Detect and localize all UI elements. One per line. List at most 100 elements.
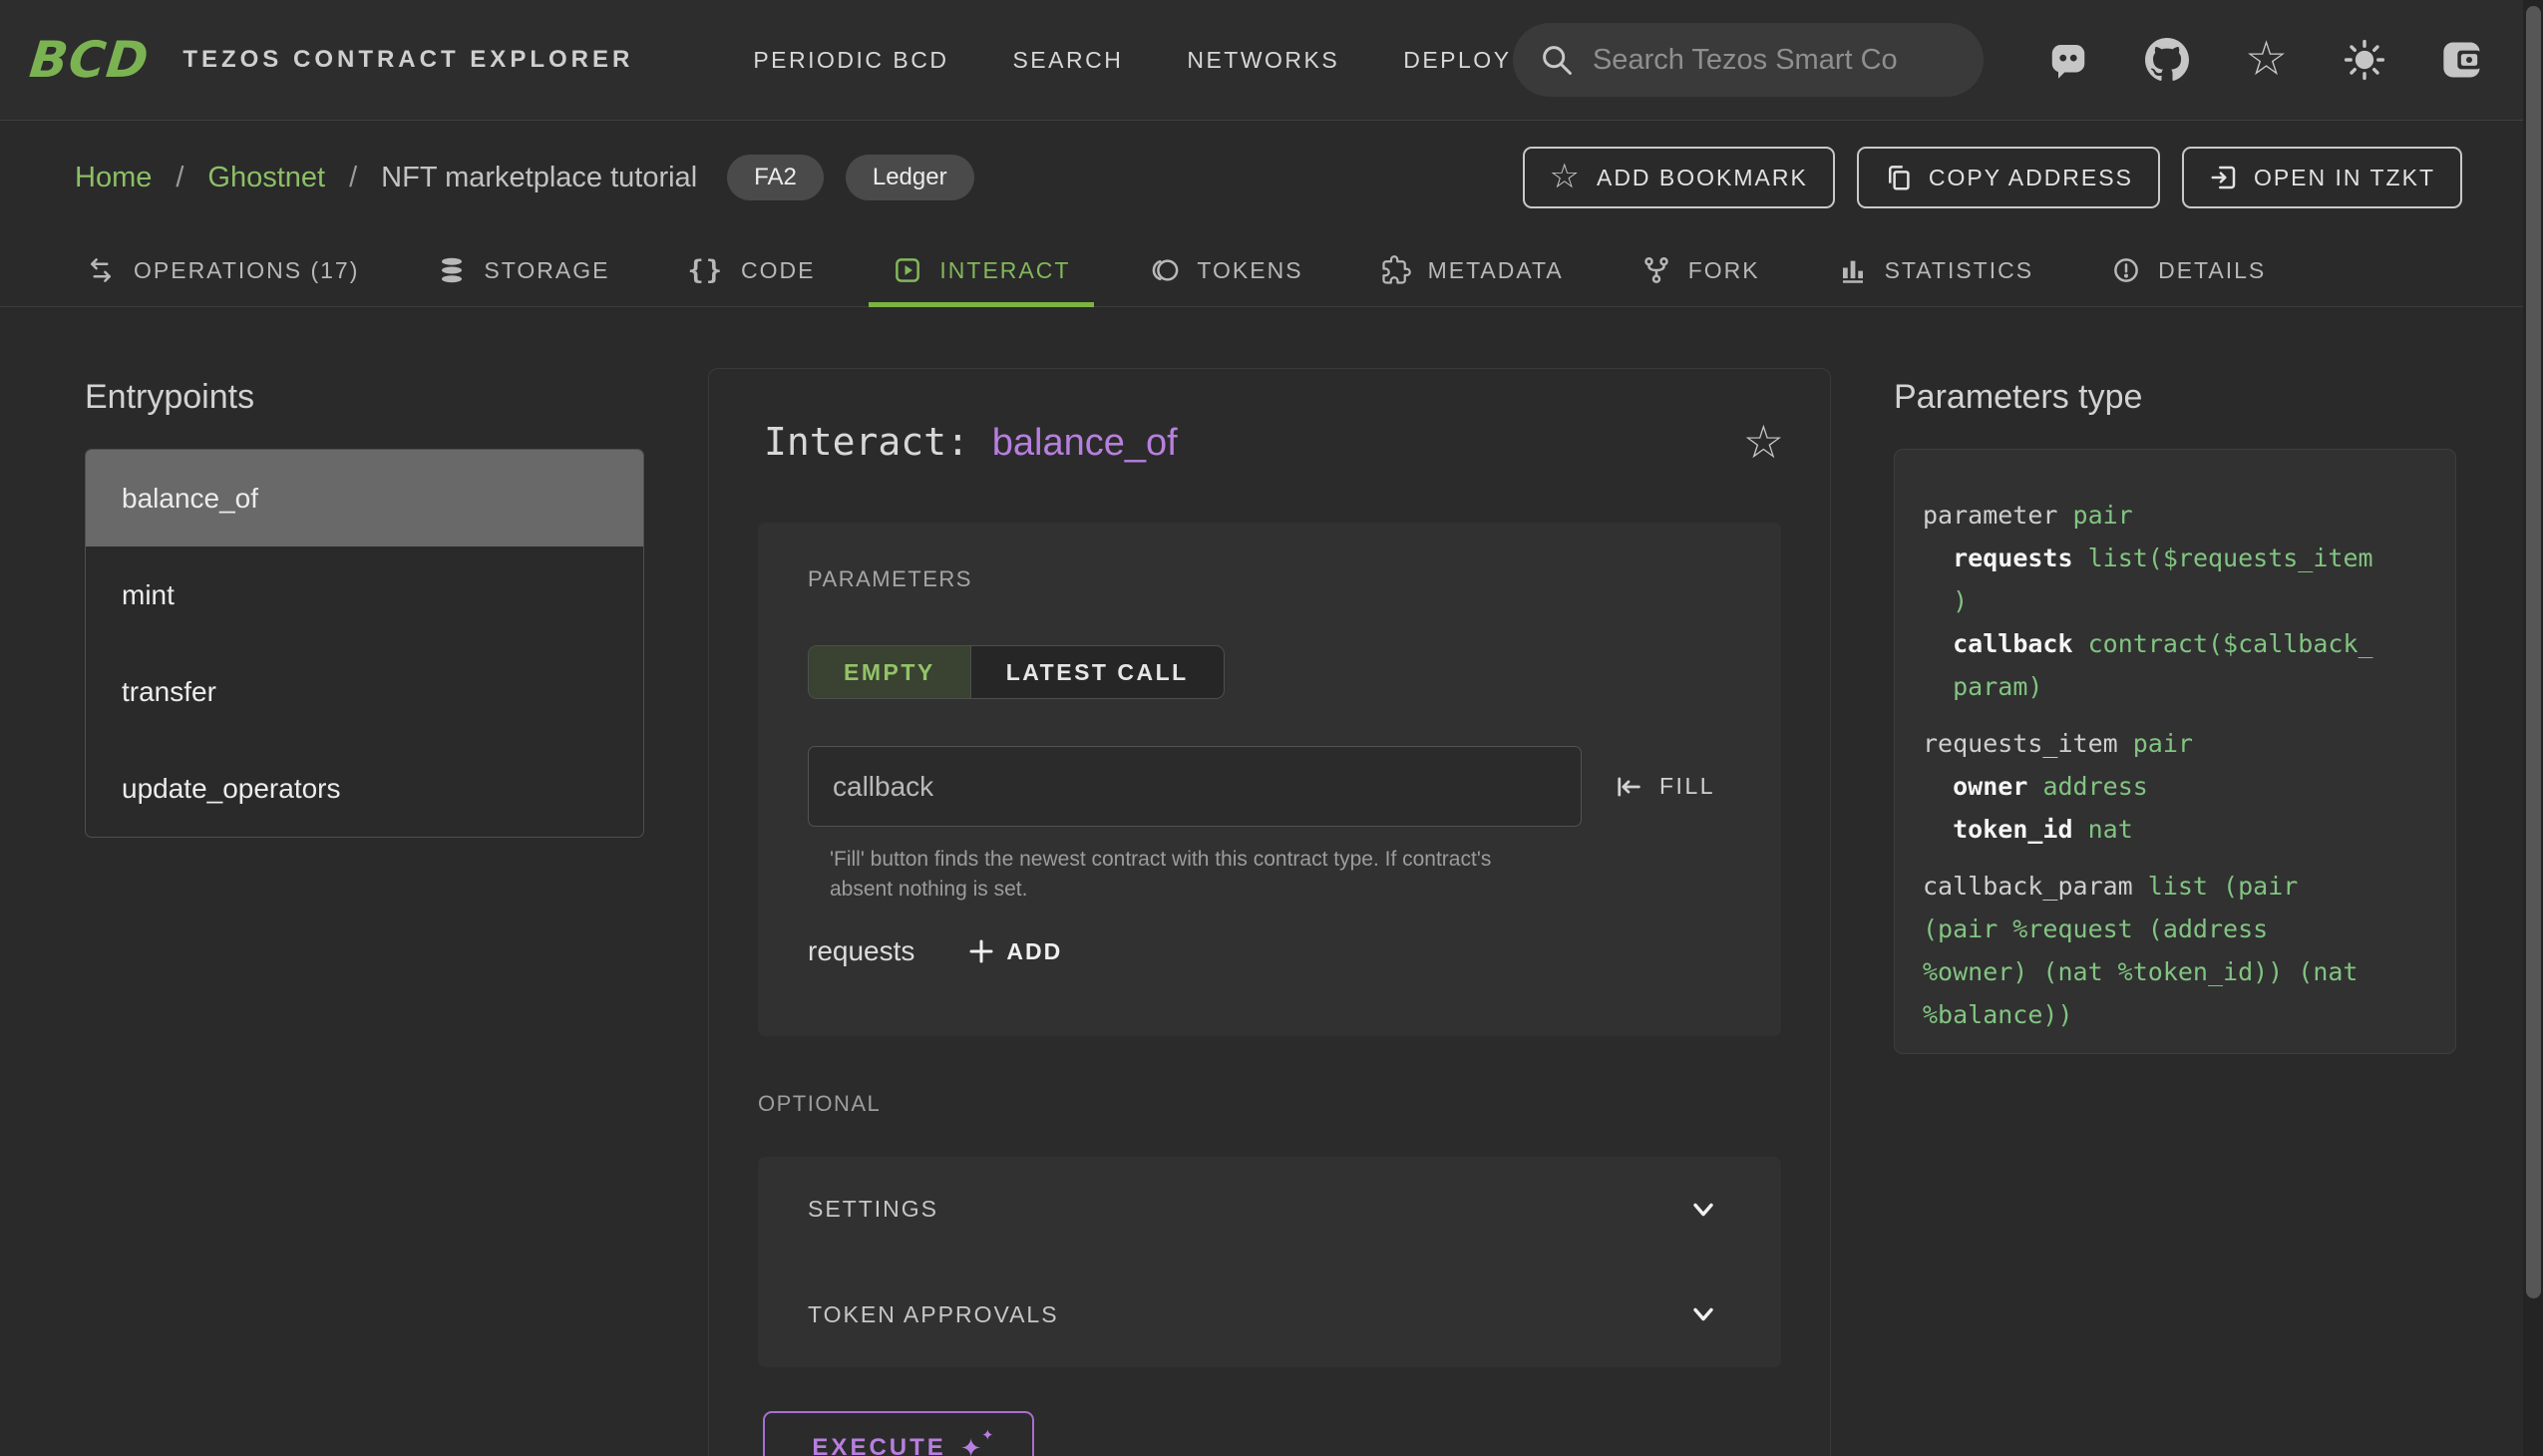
parameters-type-column: Parameters type parameter pair requests … <box>1894 377 2456 1054</box>
interact-entrypoint-name: balance_of <box>992 422 1178 464</box>
code-group: callback_param list (pair(pair %request … <box>1923 865 2431 1036</box>
wallet-icon[interactable] <box>2441 41 2483 79</box>
navbar-icons: ☆ <box>2047 38 2483 82</box>
bcd-logo[interactable]: BCD <box>27 31 152 89</box>
fill-helper-text: 'Fill' button finds the newest contract … <box>830 845 1558 905</box>
github-icon[interactable] <box>2145 38 2189 82</box>
tab-label: FORK <box>1688 257 1760 284</box>
add-bookmark-button[interactable]: ☆ADD BOOKMARK <box>1523 147 1835 208</box>
tab-label: STORAGE <box>484 257 609 284</box>
entrypoint-item-mint[interactable]: mint <box>86 546 643 643</box>
code-line: callback contract($callback_ <box>1923 622 2431 665</box>
callback-input[interactable] <box>808 746 1582 827</box>
favorites-star-icon[interactable]: ☆ <box>2245 38 2288 82</box>
fill-button[interactable]: FILL <box>1614 772 1715 802</box>
interact-title-prefix: Interact: <box>764 420 992 464</box>
code-line: owner address <box>1923 765 2431 808</box>
entrypoint-list: balance_ofminttransferupdate_operators <box>85 449 644 838</box>
top-navbar: BCD TEZOS CONTRACT EXPLORER PERIODIC BCD… <box>0 0 2543 121</box>
nav-link-deploy[interactable]: DEPLOY <box>1403 47 1511 74</box>
nav-link-periodic-bcd[interactable]: PERIODIC BCD <box>753 47 948 74</box>
code-line: ) <box>1923 579 2431 622</box>
code-line: token_id nat <box>1923 808 2431 851</box>
breadcrumb: Home/Ghostnet/NFT marketplace tutorial <box>75 162 697 194</box>
requests-field-label: requests <box>808 935 914 967</box>
tab-details[interactable]: DETAILS <box>2087 234 2290 306</box>
theme-sun-icon[interactable] <box>2344 39 2385 81</box>
favorite-entrypoint-star-icon[interactable]: ☆ <box>1743 419 1784 465</box>
tab-statistics[interactable]: STATISTICS <box>1814 234 2058 306</box>
chevron-down-icon <box>1687 1301 1719 1327</box>
discord-icon[interactable] <box>2047 40 2089 80</box>
tab-label: CODE <box>741 257 815 284</box>
scrollbar-thumb[interactable] <box>2526 6 2541 1298</box>
breadcrumb-separator: / <box>349 162 357 194</box>
swap-horizontal-icon <box>85 255 117 285</box>
search-input[interactable] <box>1593 44 1958 77</box>
badge-ledger: Ledger <box>846 155 974 200</box>
code-line: requests_item pair <box>1923 722 2431 765</box>
page-scrollbar[interactable] <box>2523 0 2543 1456</box>
code-group: parameter pair requests list($requests_i… <box>1923 494 2431 708</box>
code-line: requests list($requests_item <box>1923 537 2431 579</box>
coins-icon <box>1148 255 1180 285</box>
copy-icon <box>1884 163 1914 192</box>
toggle-option-latest-call[interactable]: LATEST CALL <box>970 646 1224 698</box>
execute-button[interactable]: EXECUTE ✦✦ <box>763 1411 1034 1456</box>
entrypoint-item-transfer[interactable]: transfer <box>86 643 643 740</box>
entrypoint-item-balance_of[interactable]: balance_of <box>86 450 643 546</box>
tab-fork[interactable]: FORK <box>1618 234 1784 306</box>
code-line: (pair %request (address <box>1923 908 2431 950</box>
open-in-tzkt-label: OPEN IN TZKT <box>2254 165 2435 191</box>
header-actions: ☆ADD BOOKMARK COPY ADDRESS OPEN IN TZKT <box>1523 147 2463 208</box>
tab-label: DETAILS <box>2158 257 2266 284</box>
tab-tokens[interactable]: TOKENS <box>1124 234 1326 306</box>
play-box-icon <box>893 255 922 285</box>
copy-address-button[interactable]: COPY ADDRESS <box>1857 147 2160 208</box>
nav-link-networks[interactable]: NETWORKS <box>1187 47 1339 74</box>
parameters-source-toggle: EMPTYLATEST CALL <box>808 645 1225 699</box>
tab-code[interactable]: {} CODE <box>663 234 839 306</box>
plus-icon <box>966 936 996 966</box>
main-content: Entrypoints balance_ofminttransferupdate… <box>0 307 2523 1456</box>
tab-interact[interactable]: INTERACT <box>869 234 1094 306</box>
tab-operations-17[interactable]: OPERATIONS (17) <box>61 234 383 306</box>
search-icon <box>1539 42 1575 78</box>
tab-storage[interactable]: STORAGE <box>413 234 633 306</box>
entrypoints-title: Entrypoints <box>85 377 644 417</box>
open-in-icon <box>2209 163 2239 192</box>
code-line: callback_param list (pair <box>1923 865 2431 908</box>
code-group: requests_item pair owner address token_i… <box>1923 722 2431 851</box>
breadcrumb-separator: / <box>176 162 183 194</box>
alert-circle-icon <box>2111 255 2141 285</box>
optional-sections-panel: SETTINGS TOKEN APPROVALS <box>758 1157 1781 1367</box>
section-label-settings: SETTINGS <box>808 1196 938 1223</box>
toggle-option-empty[interactable]: EMPTY <box>809 646 970 698</box>
code-braces-icon: {} <box>687 255 724 286</box>
optional-label: OPTIONAL <box>758 1091 1830 1117</box>
tab-metadata[interactable]: METADATA <box>1357 234 1588 306</box>
copy-address-label: COPY ADDRESS <box>1929 165 2133 191</box>
nav-links: PERIODIC BCD SEARCH NETWORKS DEPLOY <box>753 47 1511 74</box>
nav-link-search[interactable]: SEARCH <box>1012 47 1123 74</box>
fill-button-label: FILL <box>1659 773 1715 800</box>
chevron-down-icon <box>1687 1197 1719 1223</box>
section-row-token-approvals[interactable]: TOKEN APPROVALS <box>758 1263 1781 1368</box>
entrypoints-column: Entrypoints balance_ofminttransferupdate… <box>85 377 644 838</box>
global-search[interactable] <box>1513 23 1984 97</box>
code-line: param) <box>1923 665 2431 708</box>
open-in-tzkt-button[interactable]: OPEN IN TZKT <box>2182 147 2462 208</box>
breadcrumb-home[interactable]: Home <box>75 162 152 194</box>
interact-card: Interact: balance_of ☆ PARAMETERS EMPTYL… <box>708 368 1831 1456</box>
database-icon <box>437 255 467 285</box>
add-request-button[interactable]: ADD <box>966 936 1062 966</box>
execute-button-label: EXECUTE <box>812 1434 945 1456</box>
contract-badges: FA2Ledger <box>727 155 973 200</box>
tab-label: OPERATIONS (17) <box>134 257 359 284</box>
breadcrumb-ghostnet[interactable]: Ghostnet <box>207 162 325 194</box>
tab-label: INTERACT <box>939 257 1070 284</box>
section-row-settings[interactable]: SETTINGS <box>758 1157 1781 1263</box>
tab-label: TOKENS <box>1197 257 1302 284</box>
section-label-token-approvals: TOKEN APPROVALS <box>808 1301 1059 1328</box>
entrypoint-item-update_operators[interactable]: update_operators <box>86 740 643 837</box>
